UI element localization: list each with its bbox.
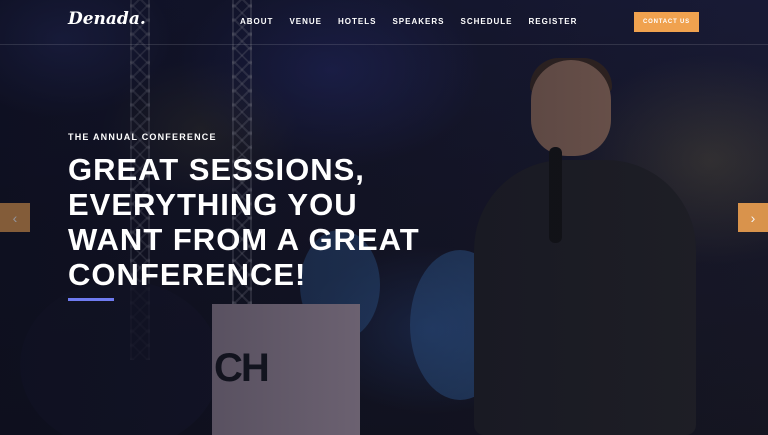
hero-eyebrow: THE ANNUAL CONFERENCE [68, 132, 217, 142]
site-logo[interactable]: Denada. [68, 9, 146, 29]
nav-link-venue[interactable]: VENUE [289, 17, 322, 26]
navbar: Denada. ABOUT VENUE HOTELS SPEAKERS SCHE… [0, 0, 768, 45]
nav-link-hotels[interactable]: HOTELS [338, 17, 376, 26]
headline-line: GREAT SESSIONS, [68, 152, 365, 187]
main-nav: ABOUT VENUE HOTELS SPEAKERS SCHEDULE REG… [240, 17, 593, 26]
headline-underline [68, 298, 114, 301]
chevron-right-icon: › [750, 209, 756, 226]
headline-line: WANT FROM A GREAT [68, 222, 420, 257]
contact-us-button[interactable]: CONTACT US [634, 12, 699, 32]
nav-link-register[interactable]: REGISTER [529, 17, 578, 26]
headline-line: EVERYTHING YOU [68, 187, 358, 222]
headline-line: CONFERENCE! [68, 257, 307, 292]
slider-next-button[interactable]: › [738, 203, 768, 232]
chevron-left-icon: ‹ [12, 209, 18, 226]
nav-link-schedule[interactable]: SCHEDULE [460, 17, 512, 26]
nav-link-speakers[interactable]: SPEAKERS [392, 17, 444, 26]
slider-prev-button[interactable]: ‹ [0, 203, 30, 232]
nav-link-about[interactable]: ABOUT [240, 17, 273, 26]
hero-headline: GREAT SESSIONS, EVERYTHING YOU WANT FROM… [68, 152, 488, 292]
